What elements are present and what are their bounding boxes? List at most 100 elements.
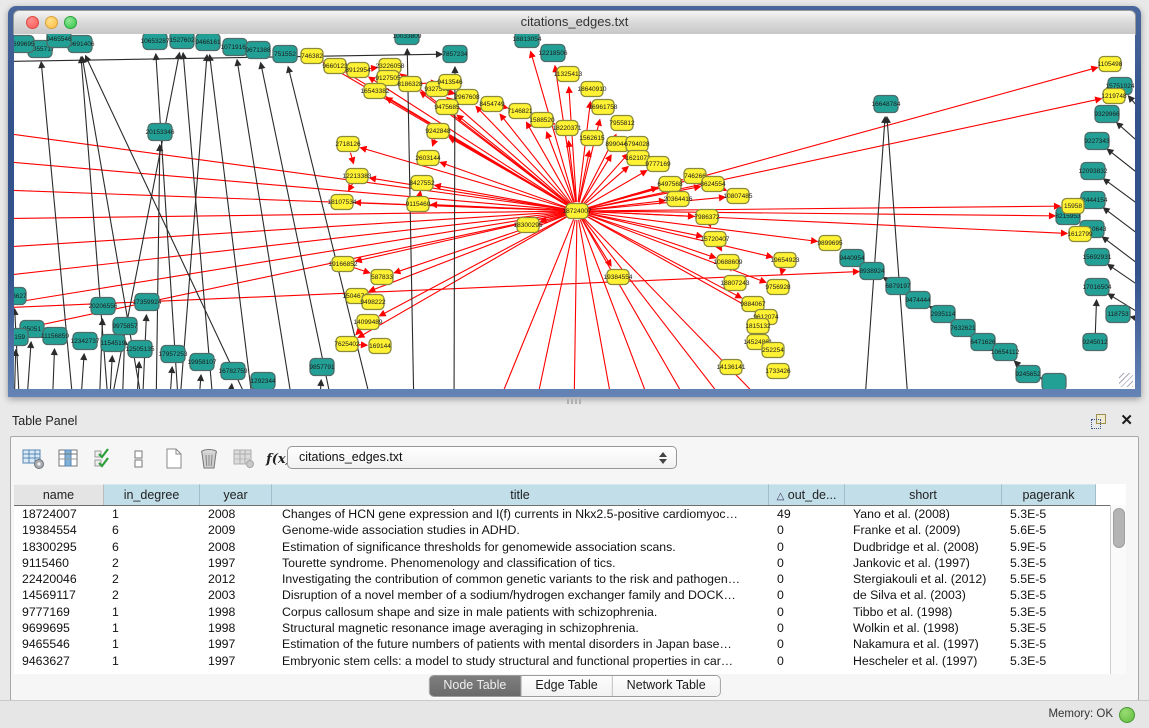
table-cell[interactable]: de Silva et al. (2003): [845, 587, 1002, 603]
graph-edge[interactable]: [579, 151, 590, 202]
table-cell[interactable]: 1: [104, 636, 200, 652]
table-cell[interactable]: 9465546: [14, 636, 104, 652]
table-cell[interactable]: 9777169: [14, 604, 104, 620]
graph-edge[interactable]: [348, 184, 352, 191]
graph-edge[interactable]: [320, 380, 322, 389]
graph-edge[interactable]: [1095, 300, 1096, 333]
table-row[interactable]: 946554611997Estimation of the future num…: [14, 636, 1126, 652]
table-row[interactable]: 911546021997Tourette syndrome. Phenomeno…: [14, 555, 1126, 571]
table-cell[interactable]: 0: [769, 539, 845, 555]
graph-edge[interactable]: [1103, 179, 1135, 211]
table-cell[interactable]: 0: [769, 571, 845, 587]
table-cell[interactable]: Tibbo et al. (1998): [845, 604, 1002, 620]
network-canvas-area[interactable]: 1872400774638296601238912954232260589127…: [14, 34, 1135, 389]
table-row[interactable]: 977716911998Corpus callosum shape and si…: [14, 604, 1126, 620]
table-cell[interactable]: 5.3E-5: [1002, 636, 1096, 652]
table-cell[interactable]: 5.9E-5: [1002, 539, 1096, 555]
network-window-titlebar[interactable]: citations_edges.txt: [13, 10, 1136, 35]
tab-node-table[interactable]: Node Table: [429, 676, 521, 696]
table-cell[interactable]: 1997: [200, 636, 272, 652]
graph-edge[interactable]: [170, 367, 173, 389]
table-cell[interactable]: 2: [104, 571, 200, 587]
table-cell[interactable]: 0: [769, 522, 845, 538]
table-cell[interactable]: Hescheler et al. (1997): [845, 653, 1002, 669]
graph-edge[interactable]: [14, 350, 15, 389]
table-cell[interactable]: Tourette syndrome. Phenomenology and cla…: [272, 555, 769, 571]
table-settings-button[interactable]: [21, 446, 47, 472]
scrollbar-thumb[interactable]: [1113, 508, 1125, 548]
table-row[interactable]: 2242004622012Investigating the contribut…: [14, 571, 1126, 587]
table-cell[interactable]: Investigating the contribution of common…: [272, 571, 769, 587]
graph-edge[interactable]: [407, 49, 414, 389]
float-panel-icon[interactable]: [1091, 414, 1107, 428]
table-cell[interactable]: Genome-wide association studies in ADHD.: [272, 522, 769, 538]
graph-edge[interactable]: [360, 148, 568, 209]
table-cell[interactable]: 14569117: [14, 587, 104, 603]
table-row[interactable]: 969969511998Structural magnetic resonanc…: [14, 620, 1126, 636]
graph-edge[interactable]: [14, 211, 568, 219]
table-cell[interactable]: Structural magnetic resonance image aver…: [272, 620, 769, 636]
table-cell[interactable]: 5.3E-5: [1002, 587, 1096, 603]
table-row[interactable]: 1872400712008Changes of HCN gene express…: [14, 506, 1126, 522]
table-cell[interactable]: Jankovic et al. (1997): [845, 555, 1002, 571]
table-cell[interactable]: 1998: [200, 620, 272, 636]
table-cell[interactable]: 0: [769, 587, 845, 603]
panel-divider[interactable]: [0, 397, 1149, 407]
table-cell[interactable]: 0: [769, 555, 845, 571]
graph-edge[interactable]: [586, 213, 773, 257]
graph-edge[interactable]: [719, 247, 721, 251]
table-cell[interactable]: Stergiakouli et al. (2012): [845, 571, 1002, 587]
graph-edge[interactable]: [110, 356, 113, 389]
graph-node[interactable]: [1042, 374, 1066, 390]
tab-edge-table[interactable]: Edge Table: [521, 676, 612, 696]
table-cell[interactable]: Franke et al. (2009): [845, 522, 1002, 538]
graph-edge[interactable]: [52, 349, 54, 389]
graph-edge[interactable]: [1103, 208, 1135, 241]
row-height-button[interactable]: [126, 446, 152, 472]
graph-edge[interactable]: [180, 55, 207, 389]
table-cell[interactable]: Estimation of the future numbers of pati…: [272, 636, 769, 652]
graph-edge[interactable]: [81, 354, 84, 389]
graph-edge[interactable]: [27, 342, 31, 389]
graph-edge[interactable]: [586, 99, 1101, 209]
column-header-in-degree[interactable]: in_degree: [104, 484, 200, 505]
table-cell[interactable]: 19384554: [14, 522, 104, 538]
table-cell[interactable]: Nakamura et al. (1997): [845, 636, 1002, 652]
table-cell[interactable]: 2008: [200, 539, 272, 555]
graph-edge[interactable]: [1108, 264, 1135, 291]
graph-edge[interactable]: [582, 155, 612, 203]
table-row[interactable]: 1456911722003Disruption of a novel membe…: [14, 587, 1126, 603]
column-header-title[interactable]: title: [272, 484, 769, 505]
graph-edge[interactable]: [1107, 149, 1135, 180]
graph-edge[interactable]: [433, 139, 435, 145]
table-cell[interactable]: 1: [104, 604, 200, 620]
table-cell[interactable]: 5.3E-5: [1002, 653, 1096, 669]
graph-edge[interactable]: [586, 197, 725, 210]
table-cell[interactable]: Embryonic stem cells: a model to study s…: [272, 653, 769, 669]
table-cell[interactable]: 1: [104, 620, 200, 636]
close-panel-icon[interactable]: ✕: [1120, 411, 1133, 429]
table-cell[interactable]: 2012: [200, 571, 272, 587]
table-cell[interactable]: Changes of HCN gene expression and I(f) …: [272, 506, 769, 522]
table-cell[interactable]: Wolkin et al. (1998): [845, 620, 1002, 636]
graph-edge[interactable]: [574, 220, 577, 389]
table-cell[interactable]: 1: [104, 506, 200, 522]
table-cell[interactable]: 0: [769, 636, 845, 652]
table-cell[interactable]: 0: [769, 653, 845, 669]
graph-edge[interactable]: [781, 269, 782, 275]
graph-edge[interactable]: [586, 206, 1060, 211]
column-header-name[interactable]: name: [14, 484, 104, 505]
divider-grip-icon[interactable]: [567, 399, 583, 404]
table-cell[interactable]: Dudbridge et al. (2008): [845, 539, 1002, 555]
graph-edge[interactable]: [887, 117, 908, 389]
table-cell[interactable]: 18724007: [14, 506, 104, 522]
show-columns-button[interactable]: [56, 446, 82, 472]
table-cell[interactable]: 2009: [200, 522, 272, 538]
graph-edge[interactable]: [183, 53, 213, 389]
graph-edge[interactable]: [230, 384, 232, 389]
table-cell[interactable]: 1998: [200, 604, 272, 620]
table-cell[interactable]: 2: [104, 587, 200, 603]
graph-edge[interactable]: [580, 219, 649, 389]
graph-edge[interactable]: [261, 63, 333, 389]
memory-status-indicator[interactable]: [1119, 707, 1135, 723]
